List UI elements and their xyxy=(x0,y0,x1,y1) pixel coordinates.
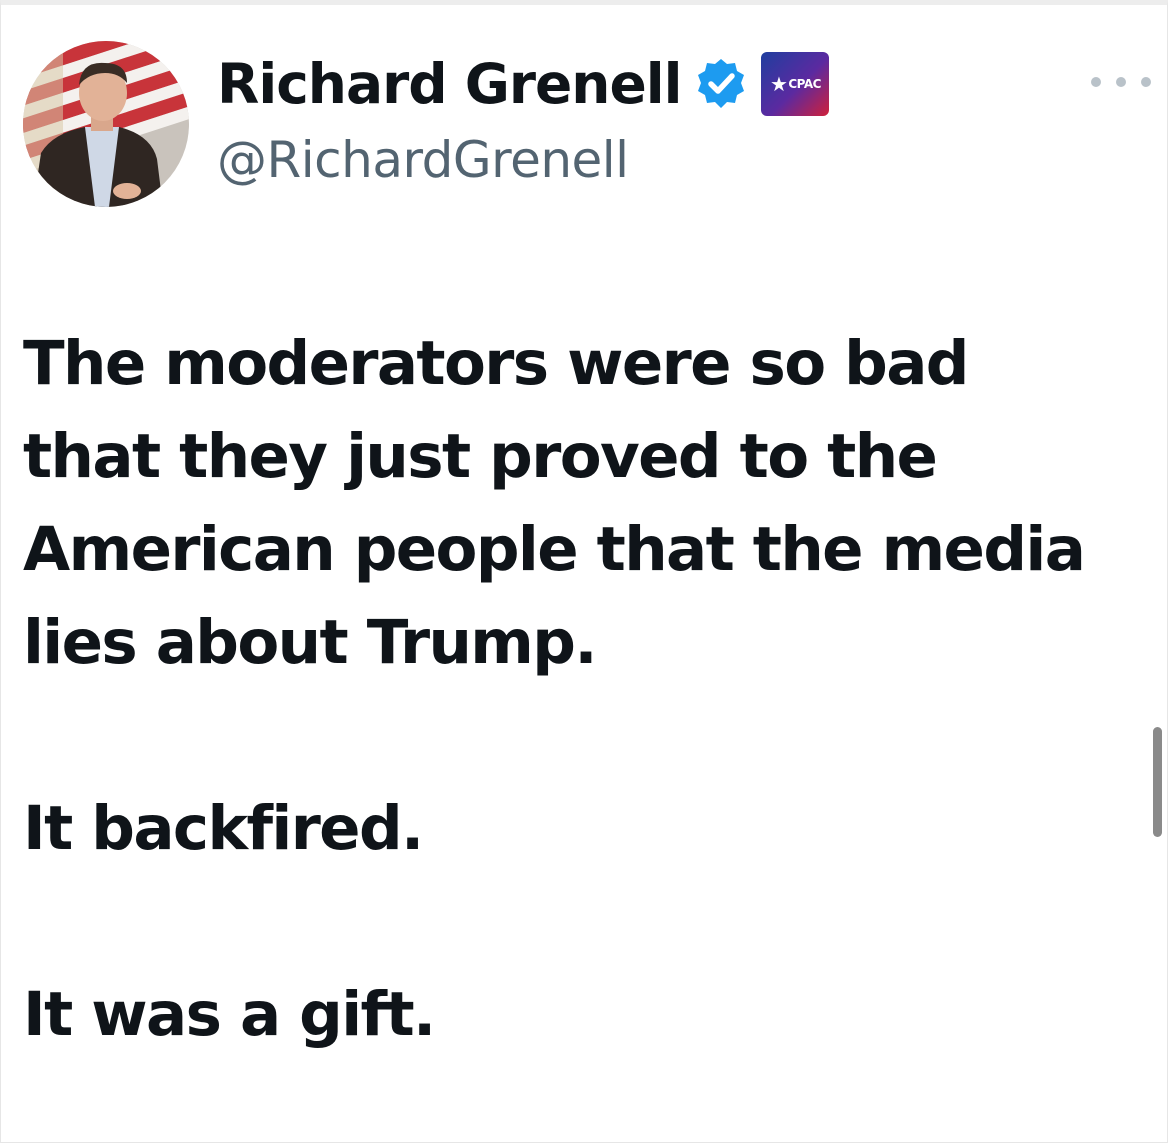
author-display-name[interactable]: Richard Grenell xyxy=(217,52,682,116)
tweet-card: Richard Grenell ★ CPAC @RichardGrenell T… xyxy=(0,0,1168,1143)
scrollbar[interactable] xyxy=(1153,727,1162,837)
tweet-text-line: The moderators were so bad xyxy=(23,328,969,399)
tweet-text-line: American people that the media xyxy=(23,514,1086,585)
tweet-text-line: It was a gift. xyxy=(23,979,436,1050)
tweet-text-line: lies about Trump. xyxy=(23,607,598,678)
tweet-text: The moderators were so bad that they jus… xyxy=(23,317,1153,1061)
tweet-text-spacer xyxy=(23,689,1153,782)
tweet-text-line: that they just proved to the xyxy=(23,421,938,492)
avatar[interactable] xyxy=(23,41,189,207)
affiliate-badge[interactable]: ★ CPAC xyxy=(761,52,830,116)
star-icon: ★ xyxy=(769,72,788,96)
author-row: Richard Grenell ★ CPAC xyxy=(217,49,830,119)
author-handle[interactable]: @RichardGrenell xyxy=(217,131,629,189)
tweet-text-spacer xyxy=(23,875,1153,968)
tweet-text-line: It backfired. xyxy=(23,793,424,864)
affiliate-badge-label: CPAC xyxy=(788,77,821,91)
avatar-photo xyxy=(23,41,189,207)
dot xyxy=(1116,77,1126,87)
more-options-icon[interactable] xyxy=(1091,67,1151,97)
verified-badge-icon xyxy=(693,56,749,112)
dot xyxy=(1091,77,1101,87)
dot xyxy=(1141,77,1151,87)
